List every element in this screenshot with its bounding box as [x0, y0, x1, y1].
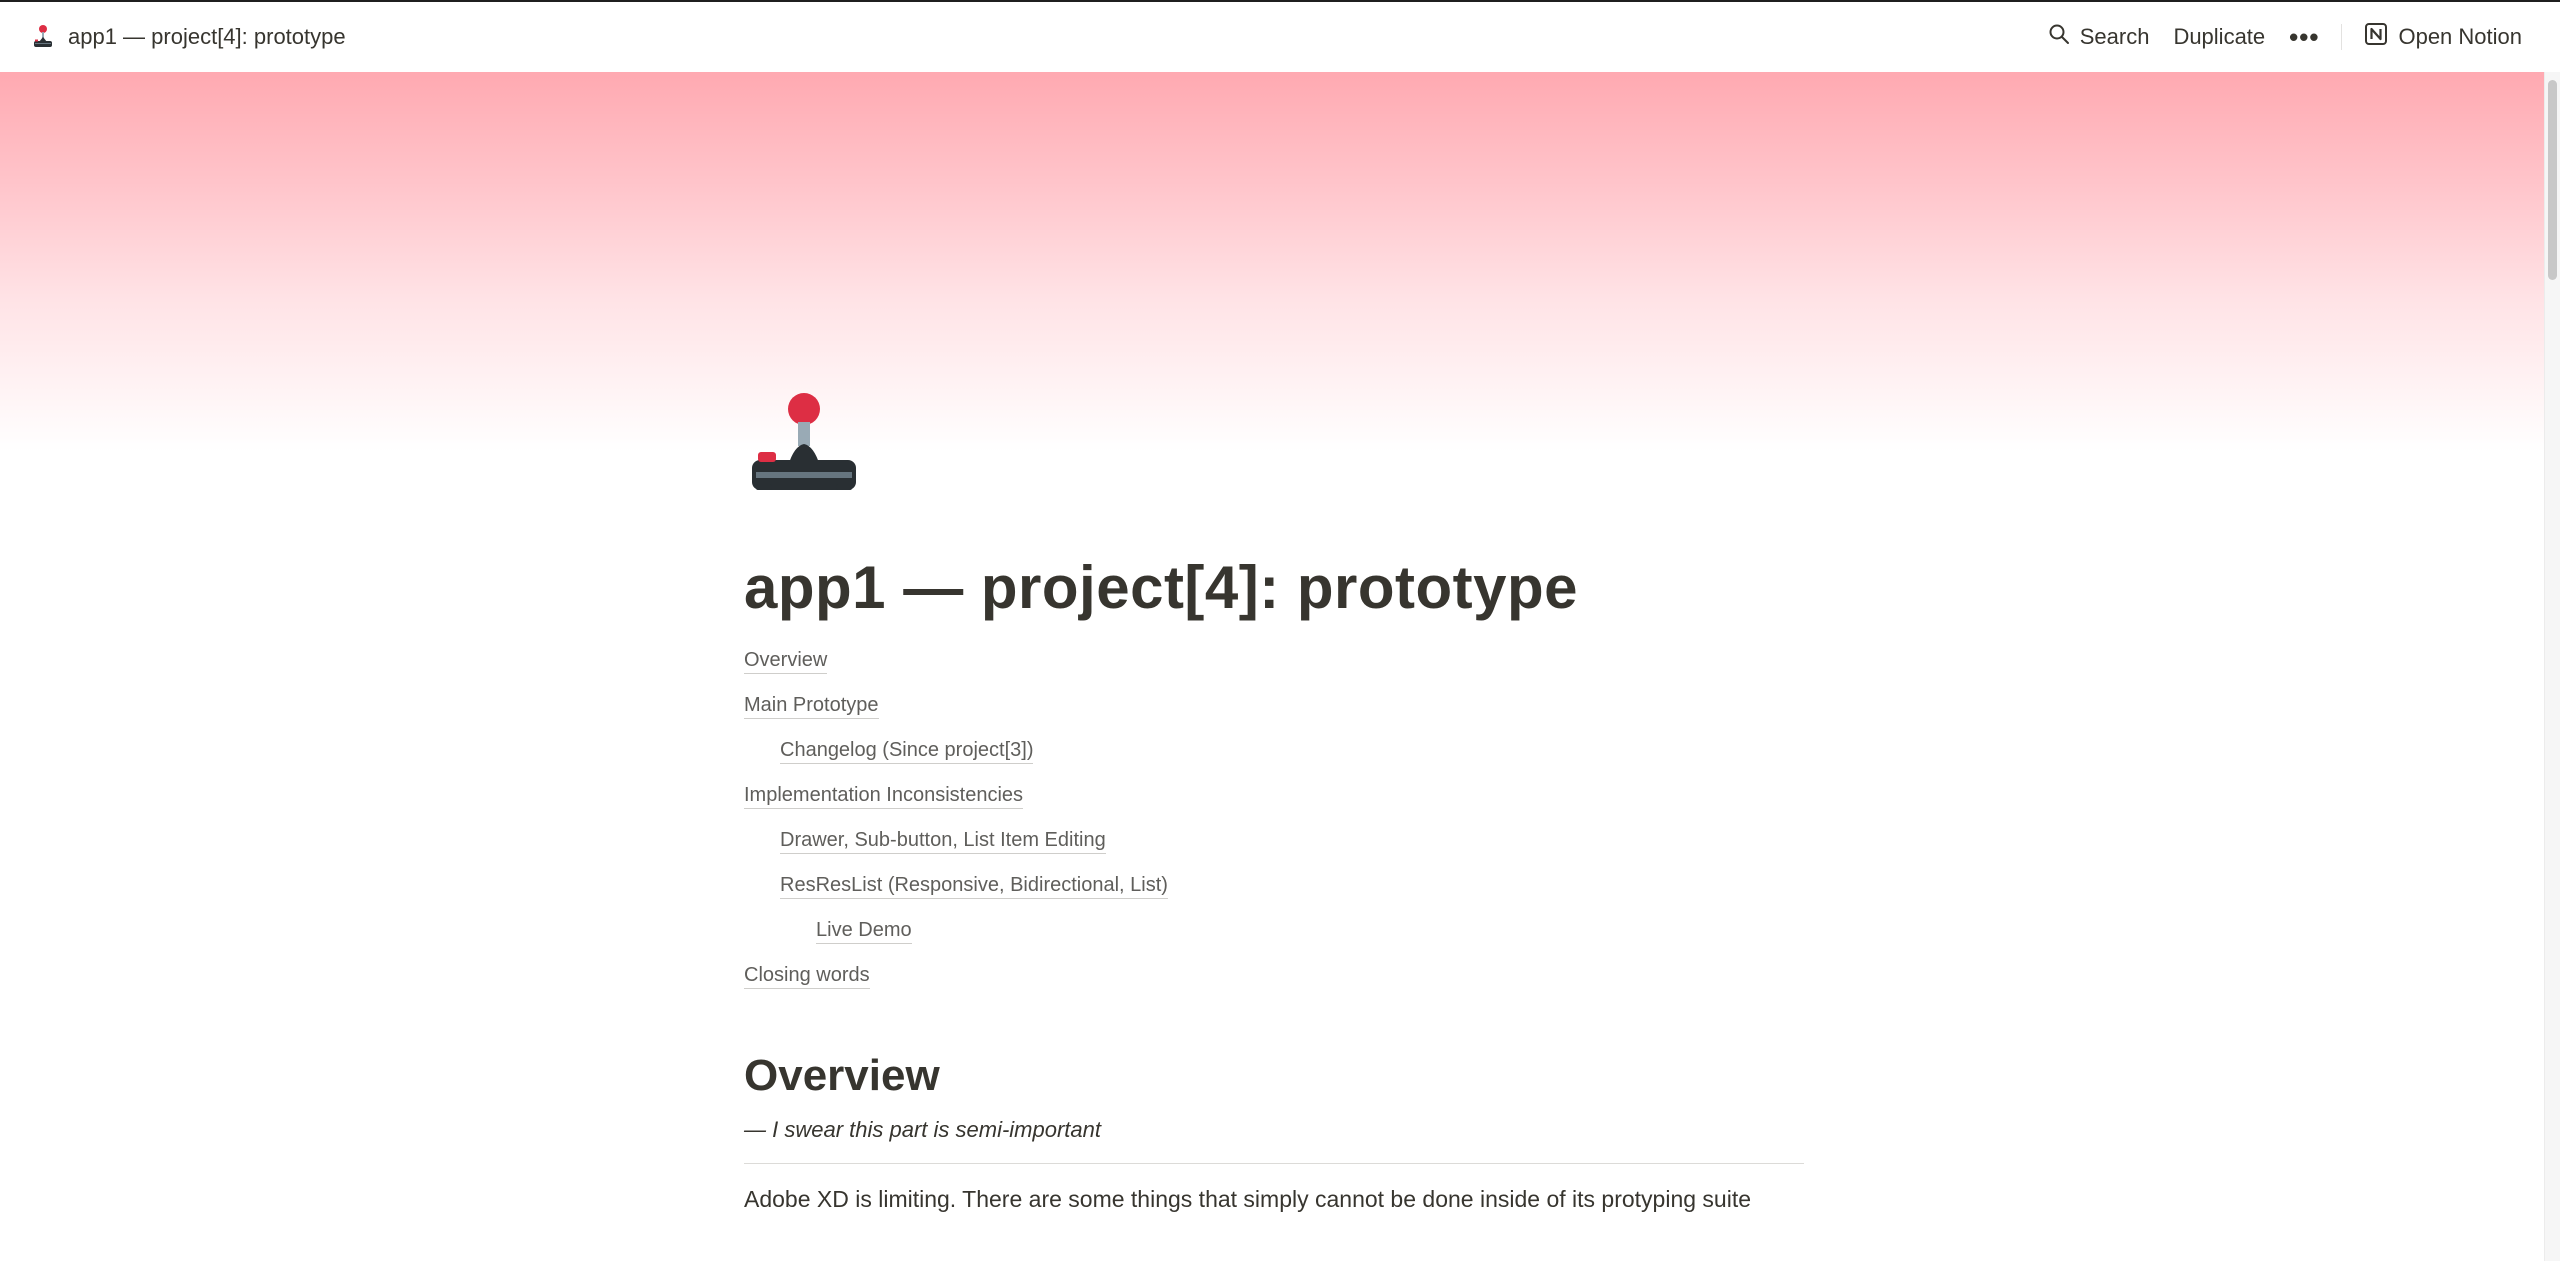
top-actions: Search Duplicate ••• Open Notion: [2036, 16, 2534, 58]
toc-item-overview[interactable]: Overview: [744, 638, 1804, 683]
joystick-icon: [30, 24, 56, 50]
toc-item-resreslist[interactable]: ResResList (Responsive, Bidirectional, L…: [744, 863, 1804, 908]
scrollbar-thumb[interactable]: [2548, 80, 2557, 280]
toc-item-changelog[interactable]: Changelog (Since project[3]): [744, 728, 1804, 773]
breadcrumb-title: app1 — project[4]: prototype: [68, 24, 346, 49]
joystick-icon: [744, 380, 864, 510]
overview-subtitle: — I swear this part is semi-important: [744, 1116, 1101, 1142]
more-horizontal-icon: •••: [2289, 22, 2320, 52]
toc-item-live-demo[interactable]: Live Demo: [744, 908, 1804, 953]
top-bar: app1 — project[4]: prototype Search Dupl…: [0, 0, 2560, 72]
search-button[interactable]: Search: [2036, 17, 2162, 57]
open-notion-button[interactable]: Open Notion: [2352, 16, 2534, 58]
more-options-button[interactable]: •••: [2277, 18, 2331, 56]
overview-paragraph: Adobe XD is limiting. There are some thi…: [744, 1185, 1752, 1212]
overview-heading: Overview: [744, 1051, 940, 1100]
toc-item-implementation-inconsistencies[interactable]: Implementation Inconsistencies: [744, 773, 1804, 818]
toc-item-closing-words[interactable]: Closing words: [744, 953, 1804, 998]
search-icon: [2048, 23, 2070, 51]
breadcrumb[interactable]: app1 — project[4]: prototype: [30, 24, 346, 50]
duplicate-button[interactable]: Duplicate: [2161, 18, 2277, 56]
scrollbar[interactable]: [2544, 72, 2560, 1261]
page-title: app1 — project[4]: prototype: [744, 554, 1579, 621]
notion-logo-icon: [2364, 22, 2388, 52]
table-of-contents: Overview Main Prototype Changelog (Since…: [744, 638, 1804, 998]
toc-item-main-prototype[interactable]: Main Prototype: [744, 683, 1804, 728]
divider: [744, 1162, 1804, 1164]
page-content: app1 — project[4]: prototype Overview Ma…: [744, 380, 1804, 1216]
search-label: Search: [2079, 24, 2150, 49]
open-notion-label: Open Notion: [2398, 24, 2522, 49]
toc-item-drawer-sub-button[interactable]: Drawer, Sub-button, List Item Editing: [744, 818, 1804, 863]
duplicate-label: Duplicate: [2173, 24, 2266, 49]
toolbar-divider: [2341, 24, 2343, 50]
